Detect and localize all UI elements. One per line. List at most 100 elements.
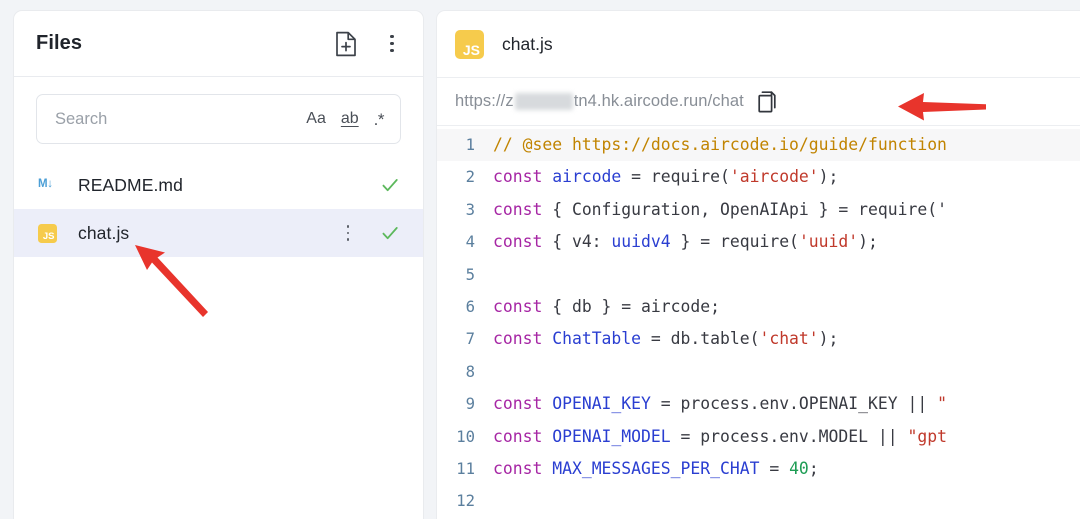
- token-str: 'chat': [759, 329, 819, 349]
- files-panel-header: Files: [14, 11, 423, 77]
- line-number: 1: [465, 136, 475, 154]
- code-line: 8: [437, 356, 1080, 388]
- token-var: ChatTable: [552, 329, 642, 349]
- file-row-actions: [339, 222, 401, 244]
- token-str: "gpt: [907, 426, 947, 446]
- code-editor[interactable]: 1 // @see https://docs.aircode.io/guide/f…: [437, 126, 1080, 519]
- token-plain: { v4:: [542, 232, 612, 252]
- line-number: 4: [465, 233, 475, 252]
- whole-word-toggle[interactable]: ab: [341, 111, 359, 127]
- list-item[interactable]: JS chat.js: [14, 209, 423, 257]
- code-text[interactable]: const ChatTable = db.table('chat');: [493, 323, 1080, 355]
- token-plain: = process.env.MODEL ||: [670, 426, 908, 446]
- copy-icon[interactable]: [756, 90, 778, 114]
- editor-panel: JS chat.js https://z tn4.hk.aircode.run/…: [437, 11, 1080, 519]
- token-plain: ;: [808, 458, 819, 478]
- token-plain: } = require(: [670, 232, 799, 252]
- token-kw: const: [493, 167, 543, 187]
- token-var: uuidv4: [611, 232, 671, 252]
- line-number: 11: [456, 459, 475, 478]
- file-name: README.md: [78, 174, 183, 195]
- list-item[interactable]: M↓ README.md: [14, 161, 423, 209]
- check-icon: [379, 174, 401, 196]
- line-number: 8: [465, 362, 475, 381]
- regex-toggle[interactable]: .*: [374, 111, 385, 128]
- token-plain: );: [818, 329, 839, 349]
- code-text[interactable]: const aircode = require('aircode');: [493, 161, 1080, 193]
- token-plain: { db } = aircode;: [542, 296, 720, 316]
- token-str: 'aircode': [729, 167, 819, 187]
- code-text[interactable]: const { v4: uuidv4 } = require('uuid');: [493, 226, 1080, 258]
- code-line: 3 const { Configuration, OpenAIApi } = re…: [437, 194, 1080, 226]
- url-prefix: https://z: [455, 92, 514, 110]
- files-header-actions: [335, 31, 401, 57]
- token-var: OPENAI_KEY: [552, 394, 651, 414]
- token-plain: );: [818, 167, 839, 187]
- new-file-icon[interactable]: [335, 31, 357, 57]
- token-comment: // @see https://docs.aircode.io/guide/fu…: [493, 135, 947, 154]
- kebab-menu-icon[interactable]: [383, 33, 401, 55]
- code-line: 6 const { db } = aircode;: [437, 291, 1080, 323]
- token-var: MAX_MESSAGES_PER_CHAT: [552, 458, 760, 478]
- file-kebab-menu-icon[interactable]: [339, 222, 357, 244]
- page-title: Files: [36, 32, 83, 54]
- code-line: 10 const OPENAI_MODEL = process.env.MODEL…: [437, 421, 1080, 453]
- editor-tab-bar: JS chat.js: [437, 11, 1080, 78]
- code-text[interactable]: const MAX_MESSAGES_PER_CHAT = 40;: [493, 453, 1080, 485]
- token-plain: { Configuration, OpenAIApi } = require(': [542, 199, 947, 219]
- url-redacted-block: [514, 93, 573, 110]
- tab-chat-js[interactable]: chat.js: [502, 34, 553, 55]
- code-text[interactable]: // @see https://docs.aircode.io/guide/fu…: [493, 129, 1080, 161]
- token-kw: const: [493, 329, 543, 349]
- code-line: 2 const aircode = require('aircode');: [437, 161, 1080, 193]
- code-line: 11 const MAX_MESSAGES_PER_CHAT = 40;: [437, 453, 1080, 485]
- token-kw: const: [493, 296, 543, 316]
- token-num: 40: [789, 458, 809, 478]
- code-line: 9 const OPENAI_KEY = process.env.OPENAI_K…: [437, 388, 1080, 420]
- token-plain: = db.table(: [641, 329, 760, 349]
- token-var: aircode: [552, 167, 622, 187]
- line-number: 5: [465, 265, 475, 284]
- code-line: 1 // @see https://docs.aircode.io/guide/f…: [437, 129, 1080, 162]
- match-case-toggle[interactable]: Aa: [306, 111, 326, 127]
- app-root: Files Aa ab: [0, 0, 1080, 519]
- javascript-icon: JS: [38, 223, 60, 243]
- code-text[interactable]: const { db } = aircode;: [493, 291, 1080, 323]
- token-plain: =: [759, 458, 790, 478]
- token-plain: = process.env.OPENAI_KEY ||: [650, 394, 938, 414]
- javascript-icon: JS: [455, 29, 484, 59]
- endpoint-url-bar: https://z tn4.hk.aircode.run/chat: [437, 78, 1080, 126]
- token-kw: const: [493, 458, 543, 478]
- search-box[interactable]: Aa ab .*: [36, 94, 401, 144]
- line-number: 3: [465, 200, 475, 219]
- token-var: OPENAI_MODEL: [552, 426, 671, 446]
- line-number: 12: [456, 492, 475, 511]
- line-number: 9: [465, 395, 475, 414]
- check-icon: [379, 222, 401, 244]
- token-kw: const: [493, 394, 543, 414]
- line-number: 6: [465, 297, 475, 316]
- line-number: 10: [456, 427, 475, 446]
- token-plain: = require(: [621, 167, 730, 187]
- search-options: Aa ab .*: [296, 111, 384, 128]
- code-text[interactable]: const { Configuration, OpenAIApi } = req…: [493, 194, 1080, 226]
- token-plain: );: [858, 232, 878, 252]
- search-input[interactable]: [55, 109, 297, 129]
- code-line: 5: [437, 259, 1080, 291]
- file-row-actions: [379, 174, 401, 196]
- files-panel: Files Aa ab: [14, 11, 423, 519]
- search-section: Aa ab .*: [14, 77, 423, 160]
- file-name: chat.js: [78, 222, 130, 243]
- line-number: 2: [465, 168, 475, 187]
- endpoint-url[interactable]: https://z tn4.hk.aircode.run/chat: [455, 92, 744, 111]
- token-kw: const: [493, 426, 543, 446]
- code-line: 4 const { v4: uuidv4 } = require('uuid');: [437, 226, 1080, 258]
- token-str: ": [937, 394, 947, 414]
- code-text[interactable]: const OPENAI_MODEL = process.env.MODEL |…: [493, 421, 1080, 453]
- code-text[interactable]: const OPENAI_KEY = process.env.OPENAI_KE…: [493, 388, 1080, 420]
- code-line: 7 const ChatTable = db.table('chat');: [437, 323, 1080, 355]
